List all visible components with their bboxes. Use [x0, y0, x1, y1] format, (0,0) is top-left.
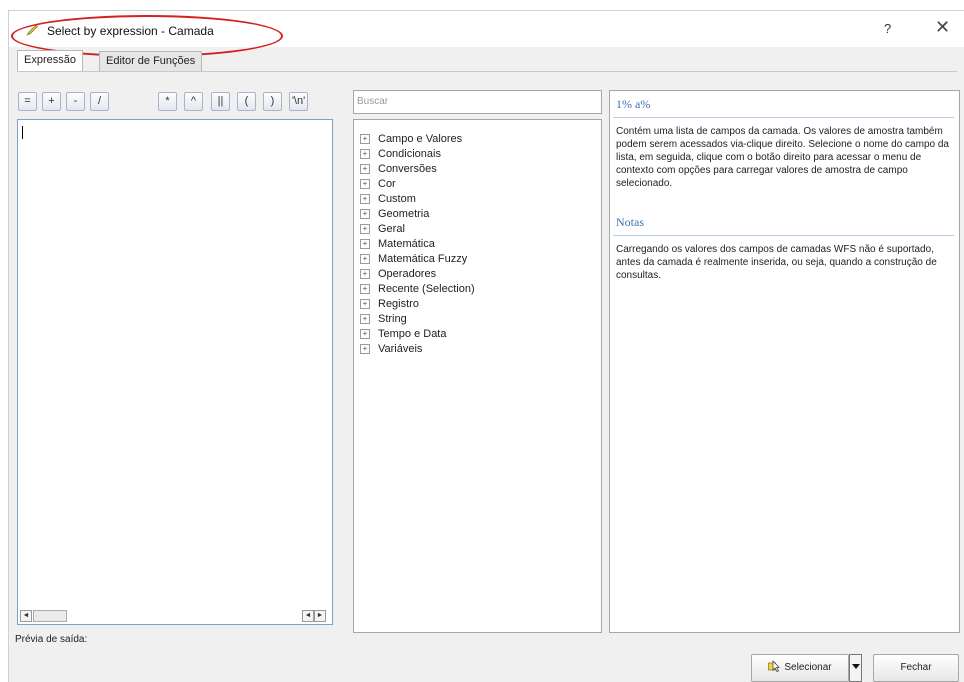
help-title-rule: [613, 117, 954, 118]
function-group-label: Registro: [378, 298, 419, 310]
scroll-left-button-2[interactable]: ◄: [302, 610, 314, 622]
expand-icon[interactable]: +: [360, 239, 370, 249]
expand-icon[interactable]: +: [360, 314, 370, 324]
function-group-item[interactable]: + Operadores: [360, 267, 436, 281]
function-group-label: Operadores: [378, 268, 437, 280]
function-group-item[interactable]: + Recente (Selection): [360, 282, 475, 296]
operator-close-paren-button[interactable]: ): [263, 92, 282, 111]
tab-editor-de-funcoes[interactable]: Editor de Funções: [99, 51, 203, 71]
text-caret: [22, 126, 23, 139]
operator-open-paren-button[interactable]: (: [237, 92, 256, 111]
help-button[interactable]: ?: [884, 21, 891, 36]
output-preview-label: Prévia de saída:: [15, 634, 88, 645]
expand-icon[interactable]: +: [360, 209, 370, 219]
select-features-icon: [768, 660, 781, 672]
function-group-label: Geral: [378, 223, 405, 235]
function-search-input[interactable]: [357, 92, 597, 110]
expand-icon[interactable]: +: [360, 164, 370, 174]
function-group-item[interactable]: + Matemática: [360, 237, 435, 251]
function-group-label: Matemática: [378, 238, 435, 250]
function-group-item[interactable]: + Custom: [360, 192, 416, 206]
operator-multiply-button[interactable]: *: [158, 92, 177, 111]
operator-power-button[interactable]: ^: [184, 92, 203, 111]
expand-icon[interactable]: +: [360, 134, 370, 144]
dropdown-arrow-icon: [852, 664, 860, 669]
function-group-label: String: [378, 313, 407, 325]
operator-plus-button[interactable]: +: [42, 92, 61, 111]
function-group-item[interactable]: + Variáveis: [360, 342, 422, 356]
function-group-label: Custom: [378, 193, 416, 205]
expand-icon[interactable]: +: [360, 179, 370, 189]
function-group-label: Tempo e Data: [378, 328, 447, 340]
function-search-box: [353, 90, 602, 114]
function-group-item[interactable]: + Tempo e Data: [360, 327, 446, 341]
expand-icon[interactable]: +: [360, 329, 370, 339]
function-group-item[interactable]: + Condicionais: [360, 147, 441, 161]
operator-divide-button[interactable]: /: [90, 92, 109, 111]
help-notes-heading: Notas: [616, 215, 644, 229]
operator-minus-button[interactable]: -: [66, 92, 85, 111]
expand-icon[interactable]: +: [360, 194, 370, 204]
expand-icon[interactable]: +: [360, 269, 370, 279]
scroll-thumb[interactable]: [33, 610, 67, 622]
expand-icon[interactable]: +: [360, 149, 370, 159]
function-group-item[interactable]: + Matemática Fuzzy: [360, 252, 467, 266]
function-group-item[interactable]: + Geometria: [360, 207, 429, 221]
tab-divider: [17, 71, 957, 72]
title-bar: Select by expression - Camada ? ✕: [9, 11, 964, 57]
expand-icon[interactable]: +: [360, 254, 370, 264]
editor-horizontal-scrollbar[interactable]: ◄ ◄ ►: [20, 610, 328, 622]
operator-equals-button[interactable]: =: [18, 92, 37, 111]
function-group-item[interactable]: + Campo e Valores: [360, 132, 462, 146]
function-group-item[interactable]: + Geral: [360, 222, 405, 236]
close-button[interactable]: Fechar: [873, 654, 959, 682]
expand-icon[interactable]: +: [360, 344, 370, 354]
operator-newline-button[interactable]: '\n': [289, 92, 308, 111]
expand-icon[interactable]: +: [360, 299, 370, 309]
select-by-expression-dialog: Select by expression - Camada ? ✕ Expres…: [8, 10, 964, 682]
help-notes-text: Carregando os valores dos campos de cama…: [616, 244, 937, 281]
function-group-label: Cor: [378, 178, 396, 190]
help-notes-rule: [613, 235, 954, 236]
select-button[interactable]: Selecionar: [751, 654, 849, 682]
expand-icon[interactable]: +: [360, 284, 370, 294]
scroll-right-button[interactable]: ►: [314, 610, 326, 622]
select-button-label: Selecionar: [784, 662, 832, 673]
tab-expressao[interactable]: Expressão: [17, 50, 83, 72]
close-window-button[interactable]: ✕: [935, 17, 950, 38]
function-group-item[interactable]: + Registro: [360, 297, 419, 311]
function-list: + Campo e Valores + Condicionais + Conversõ…: [353, 119, 602, 633]
function-help-panel: 1% a% Contém uma lista de campos da cama…: [609, 90, 960, 633]
select-dropdown-arrow[interactable]: [849, 654, 862, 682]
function-group-label: Conversões: [378, 163, 437, 175]
function-group-label: Matemática Fuzzy: [378, 253, 468, 265]
function-group-label: Variáveis: [378, 343, 423, 355]
function-group-label: Campo e Valores: [378, 133, 463, 145]
function-group-item[interactable]: + Cor: [360, 177, 396, 191]
function-group-item[interactable]: + String: [360, 312, 407, 326]
expression-editor[interactable]: ◄ ◄ ►: [17, 119, 333, 625]
function-group-item[interactable]: + Conversões: [360, 162, 437, 176]
function-group-label: Geometria: [378, 208, 430, 220]
expand-icon[interactable]: +: [360, 224, 370, 234]
help-title: 1% a%: [616, 97, 651, 111]
function-group-label: Condicionais: [378, 148, 441, 160]
scroll-left-button[interactable]: ◄: [20, 610, 32, 622]
help-description: Contém uma lista de campos da camada. Os…: [616, 126, 949, 189]
operator-concat-button[interactable]: ||: [211, 92, 230, 111]
function-group-label: Recente (Selection): [378, 283, 475, 295]
